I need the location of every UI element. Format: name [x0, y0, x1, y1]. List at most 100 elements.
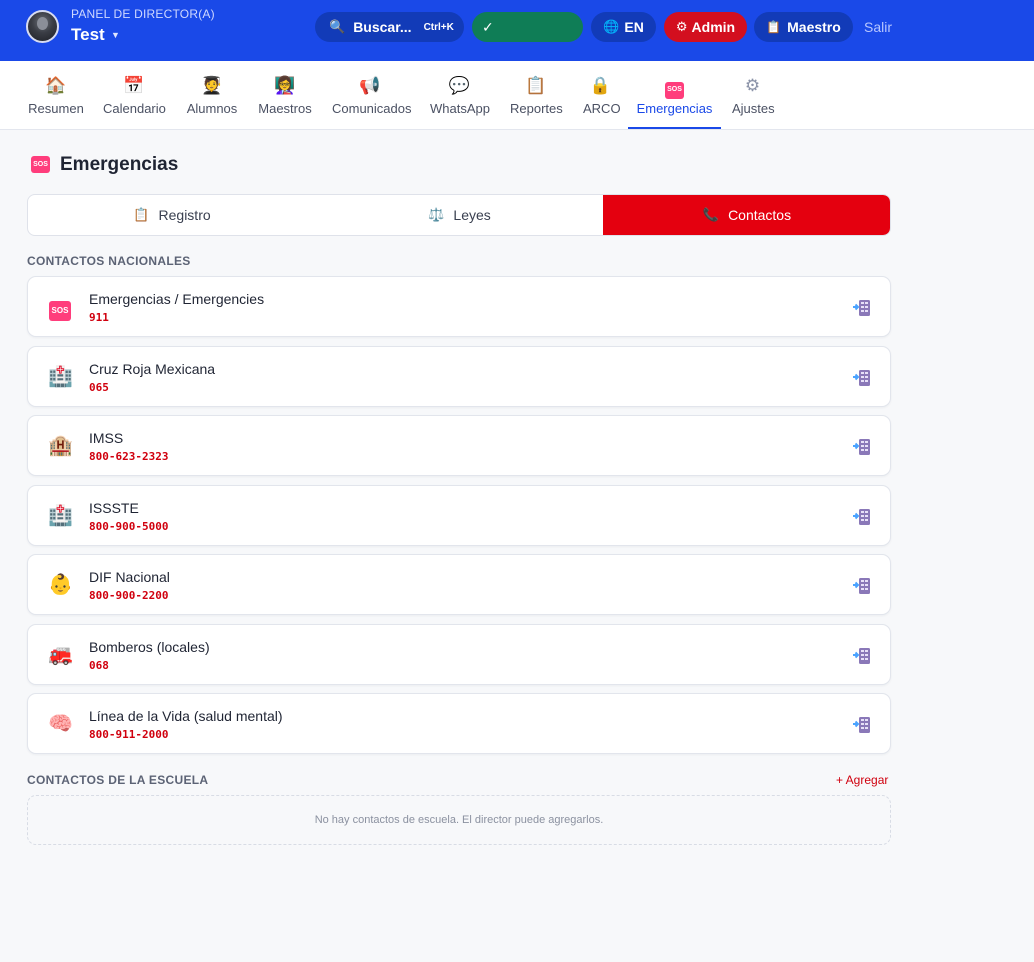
brain-icon: 🧠	[48, 713, 73, 735]
calendar-icon: 📅	[123, 76, 145, 95]
gear-icon: ⚙	[675, 19, 688, 34]
add-to-directory-icon[interactable]	[852, 437, 872, 457]
contact-phone[interactable]: 065	[89, 381, 109, 394]
teacher-button[interactable]: 📋 Maestro	[754, 12, 853, 42]
nav-label: Emergencias	[636, 101, 713, 116]
add-to-directory-icon[interactable]	[852, 715, 872, 735]
nav-label: Maestros	[258, 101, 312, 116]
nav-item-calendario[interactable]: 📅 Calendario	[103, 61, 166, 130]
nav-label: Alumnos	[186, 101, 238, 116]
school-avatar[interactable]	[26, 10, 59, 43]
contact-phone[interactable]: 068	[89, 659, 109, 672]
tab-leyes[interactable]: ⚖️ Leyes	[316, 195, 603, 235]
nav-item-arco[interactable]: 🔒 ARCO	[583, 61, 621, 130]
nav-label: Resumen	[28, 101, 84, 116]
gear-icon: ⚙	[744, 76, 761, 95]
hospital-icon: 🏥	[48, 505, 73, 527]
check-icon: ✓	[482, 18, 494, 35]
section-tabs: 📋 Registro ⚖️ Leyes 📞 Contactos	[27, 194, 891, 236]
clipboard-icon: 📋	[766, 20, 782, 34]
contact-phone[interactable]: 911	[89, 311, 109, 324]
page-title: Emergencias	[60, 154, 179, 175]
clipboard-icon: 📋	[133, 207, 150, 222]
phone-icon: 📞	[702, 207, 720, 222]
student-icon: 🧑‍🎓	[201, 76, 223, 95]
top-bar: PANEL DE DIRECTOR(A) Test ▼ 🔍 Buscar... …	[0, 0, 1034, 61]
contact-card[interactable]: 🧠 Línea de la Vida (salud mental) 800-91…	[27, 693, 891, 754]
contact-card[interactable]: 👶 DIF Nacional 800-900-2200	[27, 554, 891, 615]
hospital-building-icon: 🏨	[48, 435, 73, 457]
tab-label: Registro	[158, 207, 211, 223]
contact-card[interactable]: SOS Emergencias / Emergencies 911	[27, 276, 891, 337]
school-name[interactable]: Test	[71, 25, 105, 45]
teacher-label: Maestro	[787, 19, 841, 35]
empty-state-text: No hay contactos de escuela. El director…	[314, 814, 604, 826]
contact-name: Cruz Roja Mexicana	[89, 361, 216, 377]
contact-name: Emergencias / Emergencies	[89, 291, 265, 307]
contact-card[interactable]: 🏨 IMSS 800-623-2323	[27, 415, 891, 476]
search-shortcut: Ctrl+K	[423, 21, 454, 33]
nav-label: Ajustes	[732, 101, 775, 116]
search-icon: 🔍	[329, 19, 346, 34]
search-label: Buscar...	[353, 19, 412, 35]
nav-item-maestros[interactable]: 👩‍🏫 Maestros	[258, 61, 312, 130]
logout-link[interactable]: Salir	[864, 19, 892, 35]
admin-button[interactable]: ⚙ Admin	[664, 12, 747, 42]
tab-contactos[interactable]: 📞 Contactos	[603, 195, 890, 235]
tab-registro[interactable]: 📋 Registro	[28, 195, 316, 235]
megaphone-icon: 📢	[359, 76, 381, 95]
nav-label: Reportes	[510, 101, 563, 116]
nav-item-whatsapp[interactable]: 💬 WhatsApp	[430, 61, 490, 130]
add-to-directory-icon[interactable]	[852, 298, 872, 318]
teacher-icon: 👩‍🏫	[274, 76, 296, 95]
nav-label: Comunicados	[332, 101, 412, 116]
admin-label: Admin	[691, 19, 736, 35]
chevron-down-icon[interactable]: ▼	[111, 30, 120, 40]
contact-card[interactable]: 🏥 ISSSTE 800-900-5000	[27, 485, 891, 546]
nav-label: WhatsApp	[430, 101, 490, 116]
language-label: EN	[624, 19, 644, 35]
nav-label: Calendario	[103, 101, 166, 116]
language-button[interactable]: 🌐 EN	[591, 12, 656, 42]
sos-icon: SOS	[31, 156, 50, 173]
contact-name: Bomberos (locales)	[89, 639, 210, 655]
contact-card[interactable]: 🚒 Bomberos (locales) 068	[27, 624, 891, 685]
scales-icon: ⚖️	[428, 207, 445, 222]
add-to-directory-icon[interactable]	[852, 576, 872, 596]
main-nav: 🏠 Resumen 📅 Calendario 🧑‍🎓 Alumnos 👩‍🏫 M…	[0, 61, 1034, 130]
status-indicator[interactable]: ✓	[472, 12, 583, 42]
national-contacts-heading: CONTACTOS NACIONALES	[27, 254, 191, 268]
nav-item-alumnos[interactable]: 🧑‍🎓 Alumnos	[186, 61, 238, 130]
nav-item-comunicados[interactable]: 📢 Comunicados	[332, 61, 412, 130]
contact-name: Línea de la Vida (salud mental)	[89, 708, 283, 724]
contact-card[interactable]: 🏥 Cruz Roja Mexicana 065	[27, 346, 891, 407]
contact-name: DIF Nacional	[89, 569, 170, 585]
contact-phone[interactable]: 800-900-5000	[89, 520, 168, 533]
contact-name: IMSS	[89, 430, 124, 446]
globe-icon: 🌐	[603, 19, 620, 34]
contact-phone[interactable]: 800-911-2000	[89, 728, 168, 741]
nav-item-emergencias[interactable]: SOS Emergencias	[628, 61, 721, 130]
speech-bubble-icon: 💬	[448, 76, 471, 95]
baby-icon: 👶	[48, 574, 73, 596]
lock-icon: 🔒	[589, 76, 612, 95]
hospital-icon: 🏥	[48, 366, 73, 388]
tab-label: Contactos	[728, 207, 792, 223]
nav-item-resumen[interactable]: 🏠 Resumen	[28, 61, 84, 130]
sos-icon: SOS	[628, 75, 721, 99]
sos-icon: SOS	[48, 295, 72, 321]
panel-title: PANEL DE DIRECTOR(A)	[71, 7, 215, 21]
nav-item-reportes[interactable]: 📋 Reportes	[510, 61, 563, 130]
add-to-directory-icon[interactable]	[852, 368, 872, 388]
add-to-directory-icon[interactable]	[852, 646, 872, 666]
search-button[interactable]: 🔍 Buscar... Ctrl+K	[315, 12, 464, 42]
nav-label: ARCO	[583, 101, 621, 116]
house-icon: 🏠	[45, 76, 67, 95]
tab-label: Leyes	[453, 207, 491, 223]
add-to-directory-icon[interactable]	[852, 507, 872, 527]
contact-phone[interactable]: 800-900-2200	[89, 589, 168, 602]
contact-phone[interactable]: 800-623-2323	[89, 450, 168, 463]
nav-item-ajustes[interactable]: ⚙ Ajustes	[732, 61, 775, 130]
add-contact-button[interactable]: + Agregar	[836, 773, 888, 787]
contact-name: ISSSTE	[89, 500, 139, 516]
